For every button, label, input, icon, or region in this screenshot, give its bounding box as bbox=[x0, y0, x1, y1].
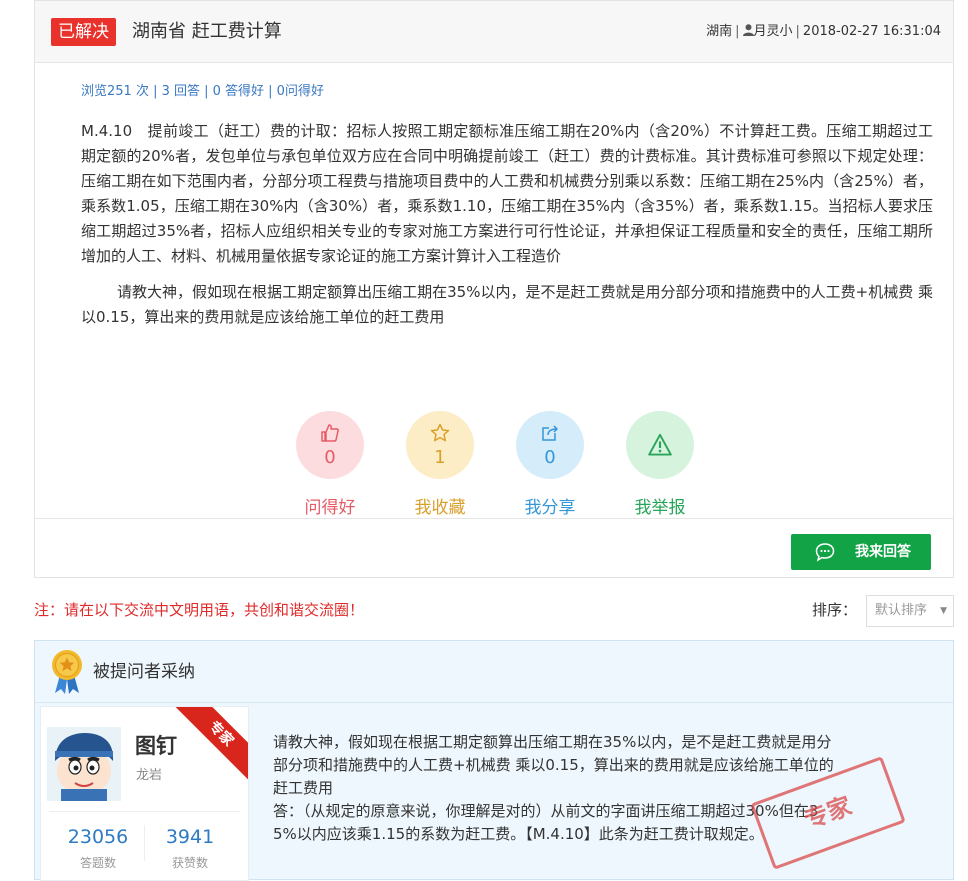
share-icon bbox=[542, 425, 558, 441]
thumbs-up-icon bbox=[321, 424, 339, 442]
answerer-profile: 图钉 龙岩 专家 23056 答题数 3941 获赞数 bbox=[40, 706, 249, 881]
received-likes: 3941 bbox=[165, 826, 215, 848]
answer-line: 部分项和措施费中的人工费+机械费 乘以0.15，算出来的费用就是应该给施工单位的 bbox=[273, 756, 834, 774]
profile-divider bbox=[49, 811, 240, 812]
share-button[interactable]: 0 我分享 bbox=[515, 411, 585, 518]
question-card: 已解决 湖南省 赶工费计算 湖南 | 月灵小 | 2018-02-27 16:31:04… bbox=[34, 0, 954, 578]
avatar[interactable] bbox=[47, 727, 121, 801]
question-paragraph: M.4.10 提前竣工（赶工）费的计取：招标人按照工期定额标准压缩工期在20%内… bbox=[81, 122, 933, 265]
author-link[interactable]: 月灵小 bbox=[754, 24, 793, 39]
medal-icon bbox=[52, 650, 82, 694]
question-body: M.4.10 提前竣工（赶工）费的计取：招标人按照工期定额标准压缩工期在20%内… bbox=[81, 119, 933, 341]
dropdown-arrow-icon: ▼ bbox=[940, 606, 947, 616]
answer-count-label: 答题数 bbox=[79, 856, 116, 870]
question-datetime: 2018-02-27 16:31:04 bbox=[802, 24, 941, 39]
report-label: 我举报 bbox=[634, 498, 686, 518]
answer-line: 请教大神，假如现在根据工期定额算出压缩工期在35%以内，是不是赶工费就是用分 bbox=[273, 733, 832, 751]
question-paragraph: 请教大神，假如现在根据工期定额算出压缩工期在35%以内，是不是赶工费就是用分部分… bbox=[81, 283, 933, 326]
civility-notice: 注：请在以下交流中文明用语，共创和谐交流圈！ bbox=[34, 601, 365, 619]
answer-button-label: 我来回答 bbox=[855, 544, 911, 560]
like-count: 0 bbox=[324, 447, 336, 468]
question-footer: 我来回答 bbox=[35, 518, 953, 578]
star-icon bbox=[430, 423, 450, 442]
like-count-stat: 3941 获赞数 bbox=[145, 825, 235, 871]
like-button[interactable]: 0 问得好 bbox=[295, 411, 365, 518]
question-stats: 浏览251 次 | 3 回答 | 0 答得好 | 0问得好 bbox=[81, 84, 324, 99]
sort-select[interactable]: 默认排序 ▼ bbox=[866, 595, 954, 627]
expert-ribbon: 专家 bbox=[172, 707, 248, 783]
report-button[interactable]: 我举报 bbox=[625, 411, 695, 518]
answer-button[interactable]: 我来回答 bbox=[791, 534, 931, 570]
answer-count: 23056 bbox=[67, 826, 129, 848]
answerer-name[interactable]: 图钉 bbox=[135, 733, 177, 759]
sort-selected-value: 默认排序 bbox=[875, 603, 928, 618]
sort-label: 排序： bbox=[812, 601, 858, 619]
like-label: 问得好 bbox=[304, 498, 356, 518]
chat-icon bbox=[815, 543, 835, 562]
question-header: 已解决 湖南省 赶工费计算 湖南 | 月灵小 | 2018-02-27 16:31:04 bbox=[35, 1, 953, 63]
status-badge: 已解决 bbox=[51, 18, 116, 46]
question-title: 湖南省 赶工费计算 bbox=[132, 21, 282, 42]
favorite-button[interactable]: 1 我收藏 bbox=[405, 411, 475, 518]
share-count: 0 bbox=[544, 447, 556, 468]
question-actions: 0 问得好 1 我收藏 0 我分享 我举报 bbox=[35, 411, 953, 521]
answer-count-stat: 23056 答题数 bbox=[53, 825, 143, 871]
region-link[interactable]: 湖南 bbox=[706, 24, 732, 39]
question-meta: 湖南 | 月灵小 | 2018-02-27 16:31:04 bbox=[706, 24, 941, 39]
answerer-location: 龙岩 bbox=[136, 768, 163, 783]
favorite-label: 我收藏 bbox=[414, 498, 466, 518]
favorite-count: 1 bbox=[434, 447, 446, 468]
share-label: 我分享 bbox=[524, 498, 576, 518]
warning-icon bbox=[648, 433, 672, 456]
user-icon bbox=[742, 24, 754, 36]
received-likes-label: 获赞数 bbox=[171, 856, 208, 870]
adopted-title: 被提问者采纳 bbox=[93, 662, 195, 682]
adopted-header: 被提问者采纳 bbox=[35, 641, 953, 703]
